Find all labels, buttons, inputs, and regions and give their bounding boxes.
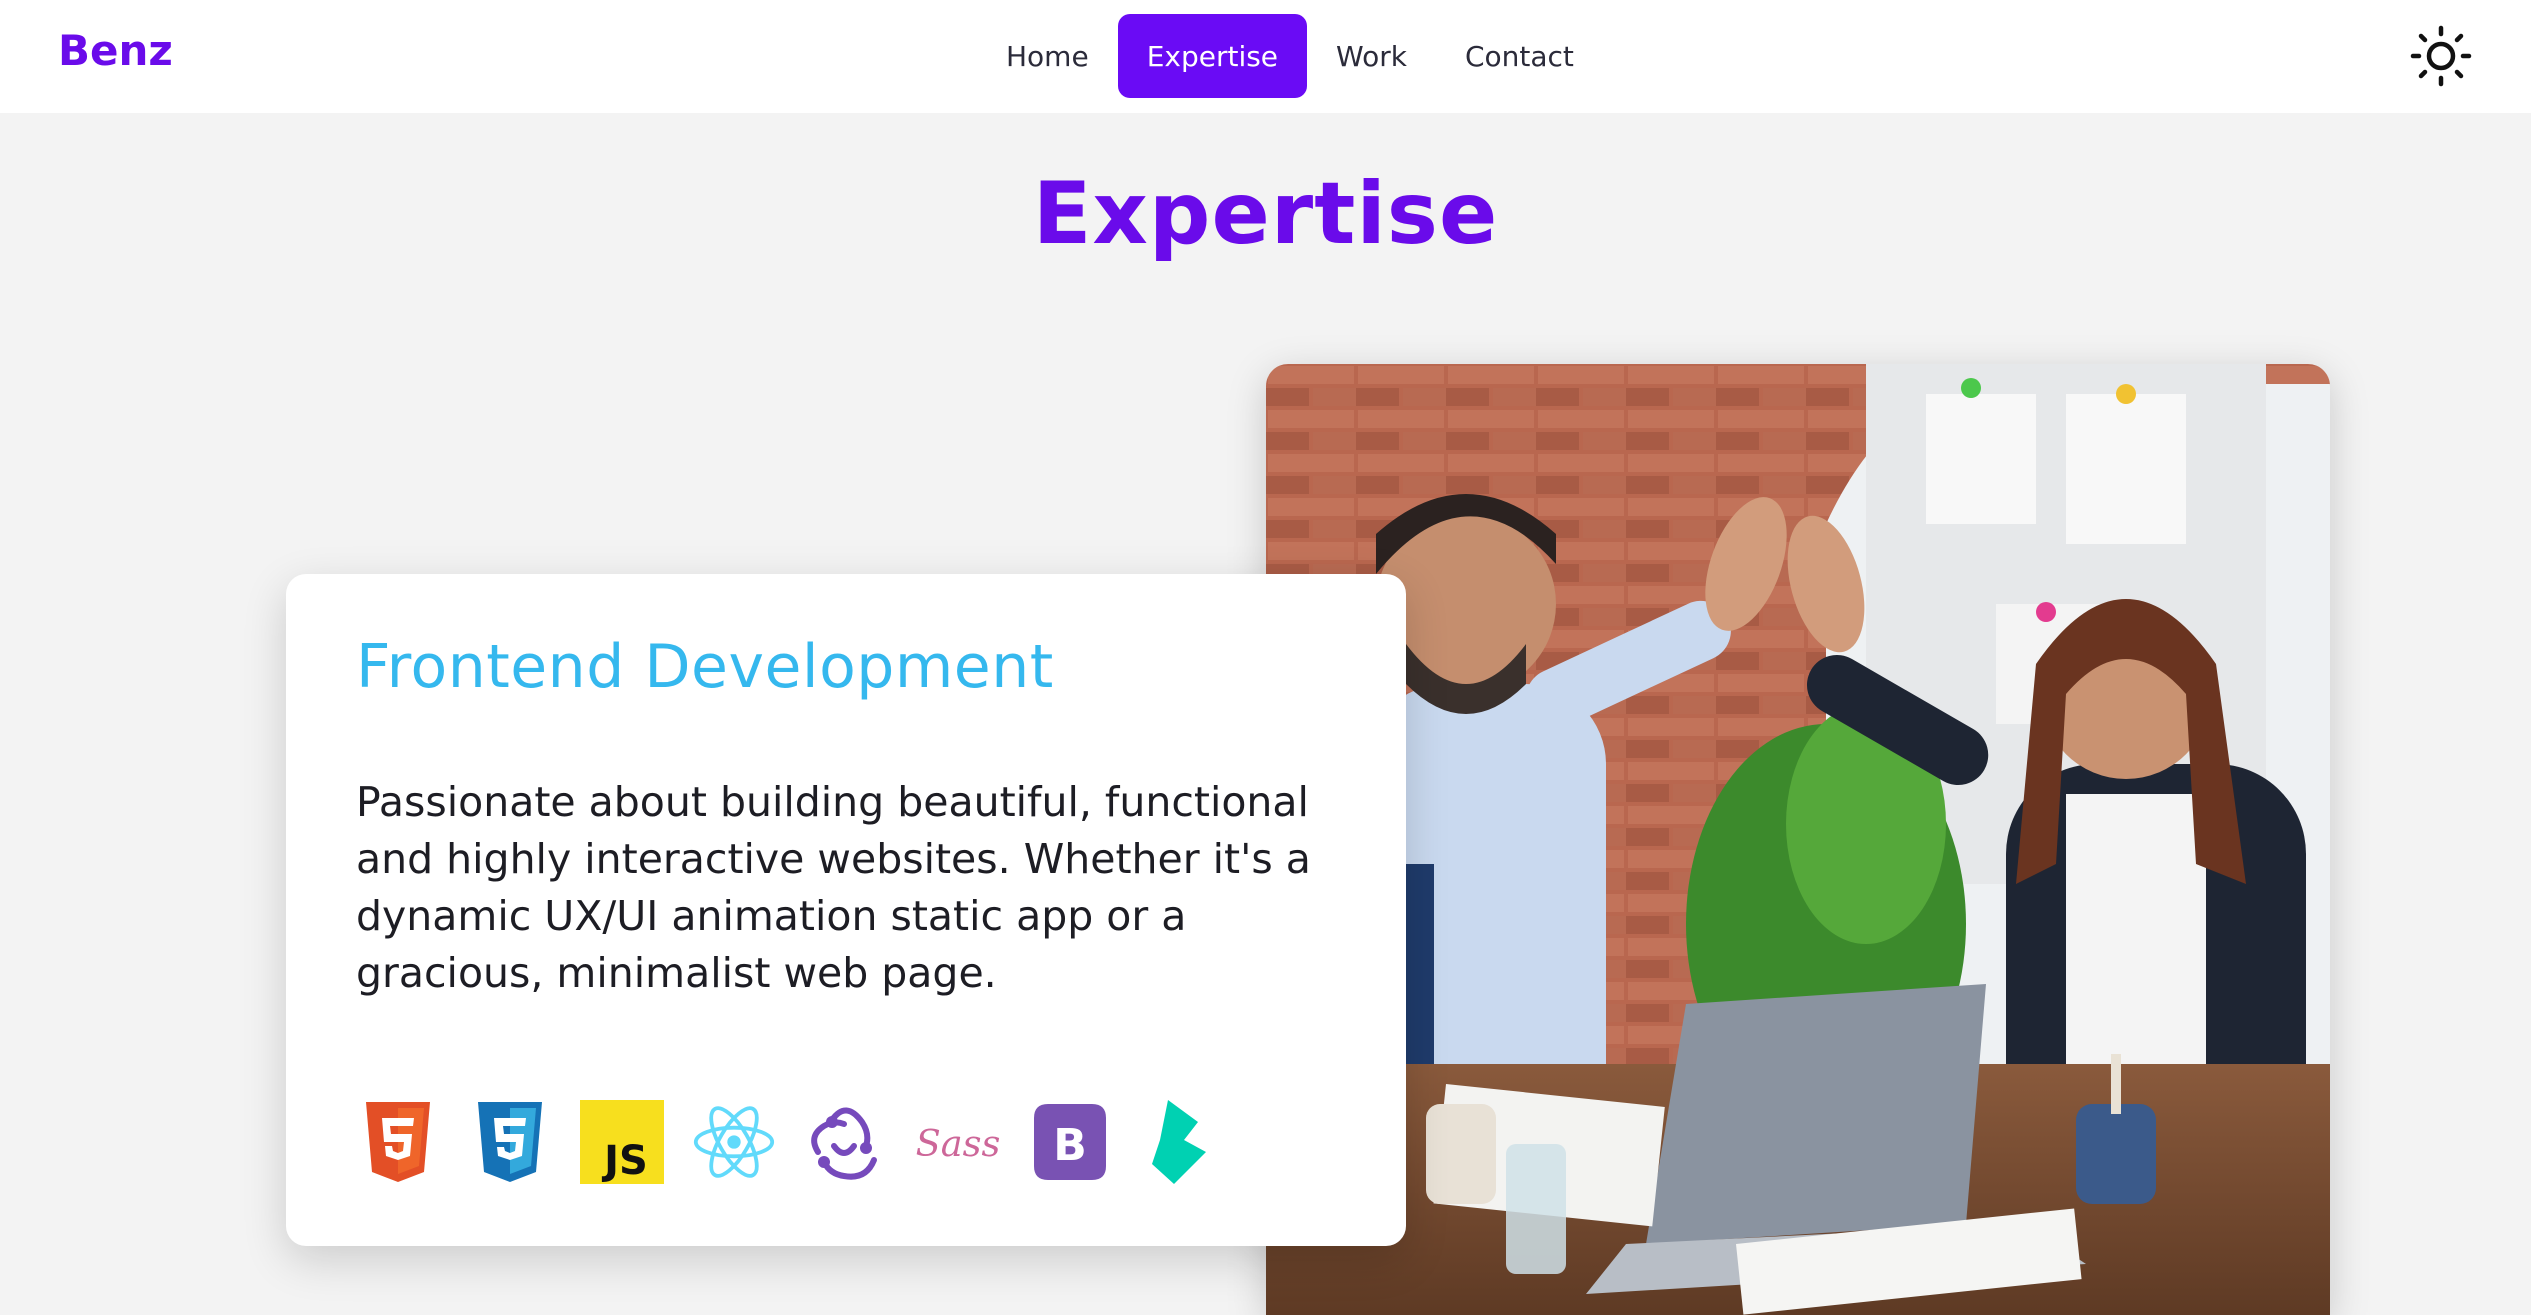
bootstrap-icon: B xyxy=(1028,1100,1112,1184)
nav-link-work[interactable]: Work xyxy=(1307,14,1436,98)
svg-text:Sass: Sass xyxy=(916,1122,1000,1165)
svg-text:B: B xyxy=(1053,1120,1087,1171)
tech-icons-row: JS Sass B xyxy=(356,1092,1224,1192)
nav-links: Home Expertise Work Contact xyxy=(977,14,1603,98)
javascript-icon: JS xyxy=(580,1100,664,1184)
css3-icon xyxy=(468,1100,552,1184)
react-icon xyxy=(692,1100,776,1184)
expertise-photo xyxy=(1266,364,2330,1315)
card-title: Frontend Development xyxy=(356,632,1054,702)
navbar: Benz Home Expertise Work Contact xyxy=(0,0,2531,113)
bulma-icon xyxy=(1140,1100,1224,1184)
sun-icon xyxy=(2410,25,2472,87)
section-title: Expertise xyxy=(1032,164,1499,264)
expertise-card: Frontend Development Passionate about bu… xyxy=(286,574,1406,1246)
html5-icon xyxy=(356,1100,440,1184)
nav-link-contact[interactable]: Contact xyxy=(1436,14,1603,98)
nav-link-home[interactable]: Home xyxy=(977,14,1118,98)
svg-text:JS: JS xyxy=(601,1138,648,1184)
theme-toggle-button[interactable] xyxy=(2410,25,2472,87)
card-description: Passionate about building beautiful, fun… xyxy=(356,778,1311,997)
sass-icon: Sass xyxy=(916,1100,1000,1184)
nav-link-expertise[interactable]: Expertise xyxy=(1117,14,1308,98)
brand-logo[interactable]: Benz xyxy=(58,26,173,75)
redux-icon xyxy=(804,1100,888,1184)
